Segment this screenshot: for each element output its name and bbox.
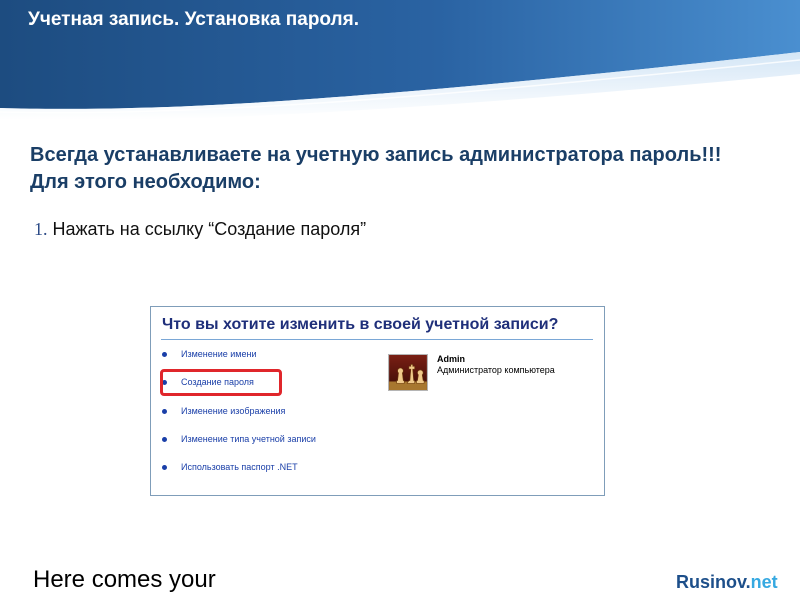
task-use-net-passport-label[interactable]: Использовать паспорт .NET (181, 462, 298, 472)
footer-text: Here comes your (33, 566, 216, 593)
bullet-icon (162, 408, 167, 414)
bullet-icon (162, 436, 167, 442)
account-role: Администратор компьютера (437, 365, 555, 375)
account-name: Admin (437, 354, 465, 364)
task-change-picture[interactable]: Изменение изображения (162, 403, 285, 419)
create-password-highlight (160, 369, 282, 396)
brand-name: Rusinov. (676, 572, 751, 592)
slide-title: Учетная запись. Установка пароля. (28, 9, 359, 30)
task-change-name[interactable]: Изменение имени (162, 346, 257, 362)
brand-logo: Rusinov.net (676, 572, 778, 593)
task-change-account-type-label[interactable]: Изменение типа учетной записи (181, 434, 316, 444)
step-number: 1. (34, 219, 48, 239)
task-use-net-passport[interactable]: Использовать паспорт .NET (162, 459, 298, 475)
bullet-icon (162, 351, 167, 357)
step-item: 1. Нажать на ссылку “Создание пароля” (34, 219, 366, 240)
chess-pieces-icon (388, 354, 428, 391)
account-settings-screenshot: Что вы хотите изменить в своей учетной з… (150, 306, 605, 496)
bullet-icon (162, 464, 167, 470)
slide-subtitle: Всегда устанавливаете на учетную запись … (30, 144, 722, 193)
heading-divider (161, 339, 593, 340)
step-text: Нажать на ссылку “Создание пароля” (47, 219, 367, 239)
task-change-name-label[interactable]: Изменение имени (181, 349, 257, 359)
task-change-account-type[interactable]: Изменение типа учетной записи (162, 431, 316, 447)
account-settings-heading: Что вы хотите изменить в своей учетной з… (162, 316, 559, 333)
task-change-picture-label[interactable]: Изменение изображения (181, 406, 285, 416)
brand-tld: net (750, 572, 778, 592)
